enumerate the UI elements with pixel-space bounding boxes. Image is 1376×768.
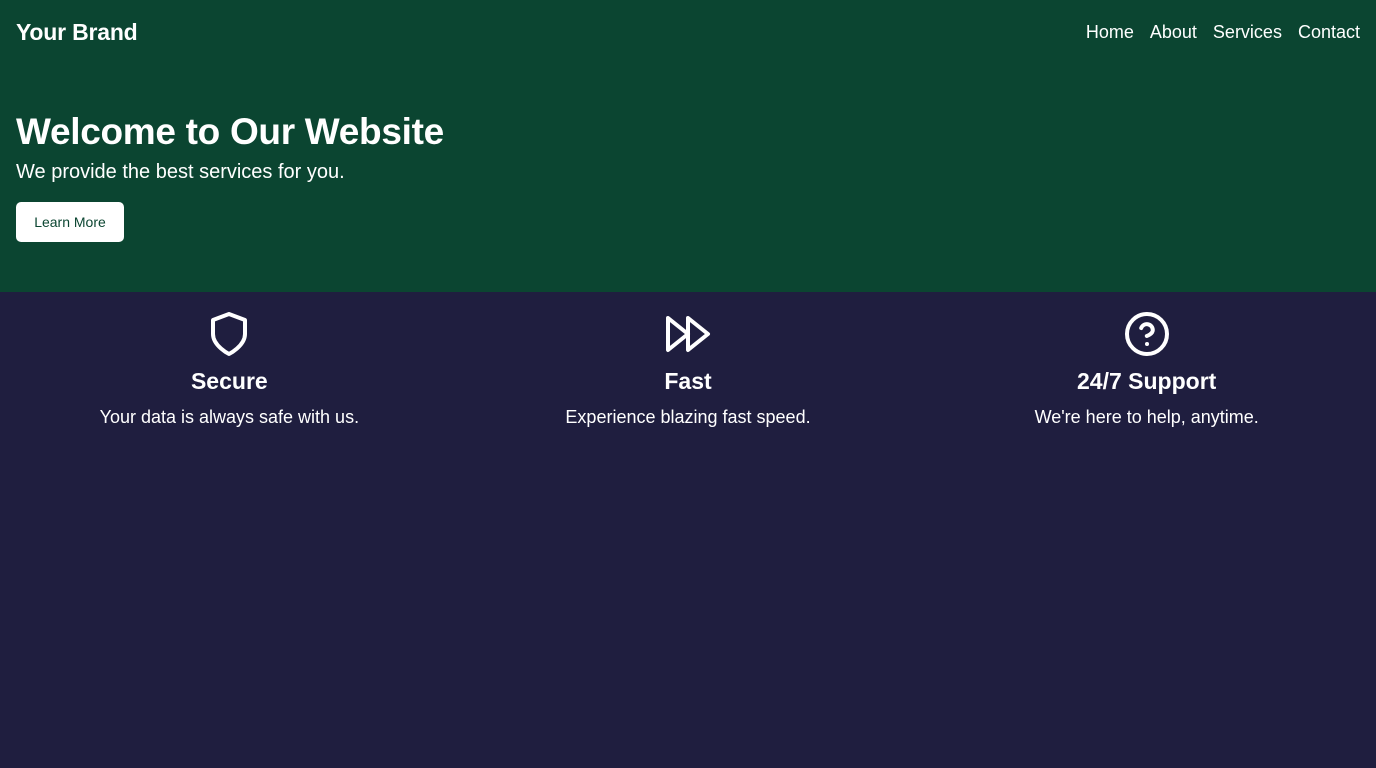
nav-link-services[interactable]: Services (1213, 22, 1282, 43)
shield-icon (205, 310, 253, 358)
hero-subtitle: We provide the best services for you. (16, 161, 345, 183)
nav-link-home[interactable]: Home (1086, 22, 1134, 43)
learn-more-button[interactable]: Learn More (16, 202, 124, 242)
nav-link-about[interactable]: About (1150, 22, 1197, 43)
feature-card-secure: Secure Your data is always safe with us. (0, 310, 459, 428)
feature-card-support: 24/7 Support We're here to help, anytime… (917, 310, 1376, 428)
feature-title: Fast (664, 368, 712, 394)
feature-title: Secure (190, 368, 268, 394)
hero-title: Welcome to Our Website (16, 111, 444, 152)
hero-section: Your Brand Home About Services Contact W… (0, 0, 1376, 292)
feature-description: We're here to help, anytime. (1034, 407, 1259, 427)
feature-description: Your data is always safe with us. (99, 407, 360, 427)
hero-content: Welcome to Our Website We provide the be… (0, 64, 1376, 242)
navbar: Your Brand Home About Services Contact (0, 0, 1376, 64)
brand-logo[interactable]: Your Brand (16, 19, 138, 46)
feature-description: Experience blazing fast speed. (565, 407, 811, 427)
features-section: Secure Your data is always safe with us.… (0, 292, 1376, 428)
nav-link-contact[interactable]: Contact (1298, 22, 1360, 43)
feature-title: 24/7 Support (1077, 368, 1217, 394)
fast-forward-icon (664, 310, 712, 358)
help-circle-icon (1123, 310, 1171, 358)
feature-card-fast: Fast Experience blazing fast speed. (459, 310, 918, 428)
nav-links: Home About Services Contact (1086, 22, 1360, 43)
